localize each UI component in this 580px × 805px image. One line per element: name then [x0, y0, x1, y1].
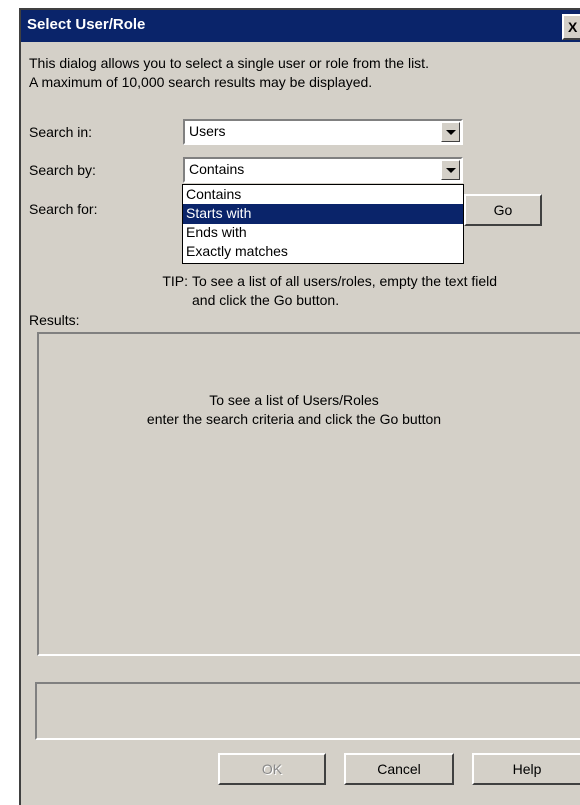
- dropdown-option-ends-with[interactable]: Ends with: [183, 223, 463, 243]
- go-button-label: Go: [493, 202, 513, 218]
- chevron-down-icon: [446, 168, 456, 173]
- dialog-title: Select User/Role: [27, 16, 146, 33]
- search-for-label: Search for:: [29, 201, 98, 217]
- results-message-line-1: To see a list of Users/Roles: [209, 392, 379, 408]
- dropdown-option-exactly-matches[interactable]: Exactly matches: [183, 242, 463, 262]
- search-in-select[interactable]: Users: [183, 119, 463, 145]
- results-message-line-2: enter the search criteria and click the …: [146, 411, 442, 427]
- dropdown-option-contains[interactable]: Contains: [183, 185, 463, 205]
- tip-key: TIP:: [162, 273, 188, 289]
- search-by-label: Search by:: [29, 162, 96, 178]
- cancel-button-label: Cancel: [377, 761, 421, 777]
- search-by-select[interactable]: Contains: [183, 157, 463, 183]
- search-in-value: Users: [189, 123, 226, 139]
- description-line-2: A maximum of 10,000 search results may b…: [29, 74, 373, 90]
- title-bar: Select User/Role X: [21, 10, 580, 42]
- ok-button-label: OK: [261, 761, 283, 777]
- selection-status-box: [35, 682, 580, 740]
- tip-line-1: To see a list of all users/roles, empty …: [192, 273, 498, 289]
- search-by-dropdown-list: Contains Starts with Ends with Exactly m…: [182, 184, 464, 264]
- go-button[interactable]: Go: [464, 194, 542, 226]
- cancel-button[interactable]: Cancel: [344, 753, 454, 785]
- dialog-description: This dialog allows you to select a singl…: [29, 54, 569, 92]
- results-list[interactable]: To see a list of Users/Roles enter the s…: [37, 332, 580, 656]
- help-button[interactable]: Help: [472, 753, 580, 785]
- search-by-dropdown-button[interactable]: [441, 160, 460, 180]
- close-icon: X: [568, 19, 578, 35]
- ok-button[interactable]: OK: [218, 753, 326, 785]
- help-button-label: Help: [512, 761, 542, 777]
- search-in-label: Search in:: [29, 124, 93, 140]
- search-in-dropdown-button[interactable]: [441, 122, 460, 142]
- tip-text: TIP: To see a list of all users/roles, e…: [146, 272, 576, 308]
- results-label: Results:: [29, 312, 80, 328]
- close-button[interactable]: X: [562, 14, 580, 40]
- description-line-1: This dialog allows you to select a singl…: [29, 55, 429, 71]
- tip-line-2: and click the Go button.: [192, 292, 340, 308]
- chevron-down-icon: [446, 130, 456, 135]
- search-by-value: Contains: [189, 161, 245, 177]
- dropdown-option-starts-with[interactable]: Starts with: [183, 204, 463, 224]
- select-user-role-dialog: Select User/Role X This dialog allows yo…: [19, 8, 580, 805]
